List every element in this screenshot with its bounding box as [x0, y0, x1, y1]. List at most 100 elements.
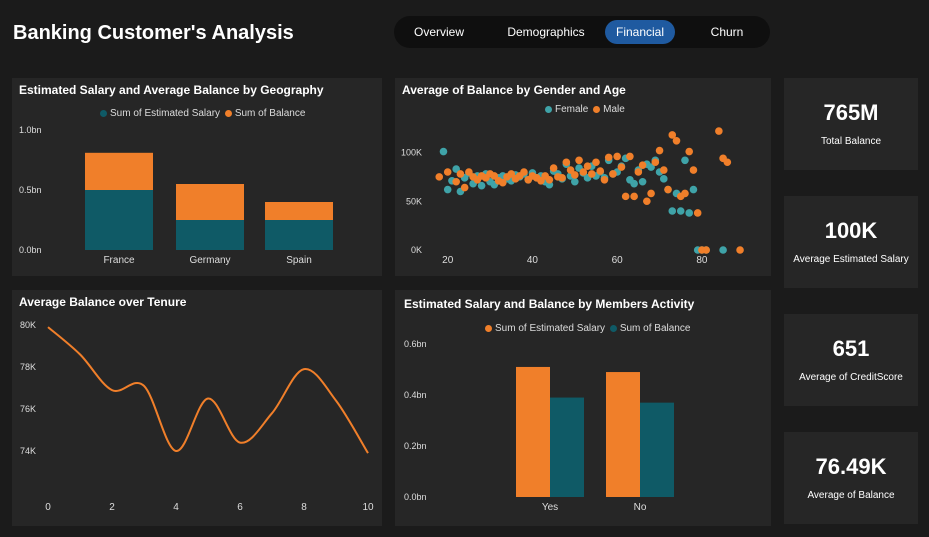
scatter-point — [664, 185, 672, 194]
y-tick-label: 0.5bn — [19, 185, 42, 195]
scatter-point — [630, 179, 638, 188]
nav-tabs: Overview Demographics Financial Churn — [394, 16, 770, 48]
scatter-point — [571, 177, 579, 186]
y-tick-label: 0.2bn — [404, 441, 427, 451]
scatter-point — [723, 158, 732, 167]
scatter-point — [520, 168, 528, 176]
scatter-point — [689, 166, 698, 174]
x-tick-label: 40 — [527, 255, 539, 266]
y-tick-label: 76K — [20, 404, 36, 414]
y-tick-label: 100K — [401, 148, 422, 158]
scatter-point — [549, 164, 558, 172]
scatter-point — [443, 168, 452, 176]
bar-segment — [85, 190, 153, 250]
x-tick-label: Spain — [286, 255, 312, 266]
scatter-point — [647, 189, 655, 198]
y-tick-label: 80K — [20, 320, 36, 330]
scatter-point — [685, 147, 694, 156]
bar — [640, 402, 674, 497]
x-tick-label: 80 — [696, 255, 708, 266]
scatter-point — [655, 146, 664, 155]
scatter-point — [545, 176, 554, 184]
scatter-point — [571, 171, 579, 179]
y-tick-label: 0.6bn — [404, 339, 427, 349]
scatter-panel: Average of Balance by Gender and Age Fem… — [395, 78, 771, 276]
scatter-point — [587, 170, 596, 178]
tab-overview[interactable]: Overview — [403, 20, 475, 44]
x-tick-label: 60 — [612, 255, 624, 266]
kpi-label: Average of Balance — [807, 490, 895, 501]
x-tick-label: 2 — [109, 502, 115, 513]
tab-financial[interactable]: Financial — [605, 20, 675, 44]
y-tick-label: 0K — [411, 245, 422, 255]
bar — [516, 366, 550, 497]
scatter-point — [630, 192, 638, 201]
scatter-point — [668, 207, 677, 215]
y-tick-label: 74K — [20, 446, 36, 456]
scatter-point — [651, 158, 660, 167]
activity-panel: Estimated Salary and Balance by Members … — [395, 290, 771, 526]
bar-segment — [265, 202, 333, 220]
scatter-point — [638, 177, 647, 186]
scatter-point — [638, 161, 647, 169]
y-tick-label: 0.0bn — [404, 492, 427, 502]
scatter-point — [659, 175, 668, 183]
kpi-value: 76.49K — [815, 454, 887, 479]
scatter-point — [617, 163, 626, 171]
y-tick-label: 1.0bn — [19, 125, 42, 135]
scatter-point — [676, 207, 685, 215]
scatter-point — [596, 167, 605, 175]
scatter-point — [460, 183, 469, 192]
scatter-point — [681, 156, 689, 165]
bar-segment — [176, 184, 244, 220]
x-tick-label: France — [103, 255, 135, 266]
scatter-point — [609, 170, 617, 178]
x-tick-label: 10 — [362, 502, 374, 513]
y-tick-label: 50K — [406, 196, 422, 206]
scatter-point — [456, 170, 465, 178]
x-tick-label: 4 — [173, 502, 179, 513]
y-tick-label: 78K — [20, 362, 36, 372]
scatter-point — [583, 162, 592, 170]
x-tick-label: 0 — [45, 502, 51, 513]
bar — [606, 372, 640, 497]
tenure-chart[interactable]: 74K 76K 78K 80K 0 2 4 6 8 10 — [12, 290, 382, 526]
scatter-point — [621, 192, 630, 201]
tab-demographics[interactable]: Demographics — [499, 20, 593, 44]
geography-panel: Estimated Salary and Average Balance by … — [12, 78, 382, 276]
tab-churn[interactable]: Churn — [694, 20, 760, 44]
kpi-avg-balance: 76.49K Average of Balance — [784, 432, 918, 524]
scatter-point — [575, 156, 583, 165]
x-tick-label: Germany — [189, 255, 230, 266]
scatter-point — [452, 177, 460, 186]
scatter-point — [562, 158, 571, 167]
kpi-avg-estimated-salary: 100K Average Estimated Salary — [784, 196, 918, 288]
scatter-point — [702, 246, 710, 254]
page-title: Banking Customer's Analysis — [13, 22, 294, 44]
kpi-label: Average of CreditScore — [799, 372, 903, 383]
scatter-point — [643, 197, 651, 206]
scatter-point — [715, 127, 723, 135]
activity-chart[interactable]: 0.0bn 0.2bn 0.4bn 0.6bn Yes No — [395, 290, 771, 526]
scatter-point — [443, 185, 452, 194]
scatter-point — [736, 246, 744, 254]
bar-segment — [176, 220, 244, 250]
x-tick-label: Yes — [542, 502, 558, 513]
kpi-label: Total Balance — [820, 136, 882, 147]
scatter-point — [681, 189, 689, 198]
scatter-point — [685, 209, 694, 217]
scatter-point — [600, 176, 609, 184]
kpi-value: 651 — [832, 336, 870, 361]
scatter-point — [659, 166, 668, 174]
scatter-point — [689, 185, 698, 194]
kpi-value: 100K — [824, 218, 878, 243]
tenure-line — [47, 326, 369, 454]
scatter-point — [719, 246, 727, 254]
y-tick-label: 0.0bn — [19, 245, 42, 255]
geography-chart[interactable]: 0.0bn 0.5bn 1.0bn France Germany Spain — [12, 78, 382, 276]
scatter-chart[interactable]: 0K 50K 100K 20 40 60 80 — [395, 78, 771, 276]
scatter-point — [604, 153, 613, 162]
y-tick-label: 0.4bn — [404, 390, 427, 400]
tenure-panel: Average Balance over Tenure 74K 76K 78K 80K… — [12, 290, 382, 526]
scatter-point — [558, 174, 566, 182]
